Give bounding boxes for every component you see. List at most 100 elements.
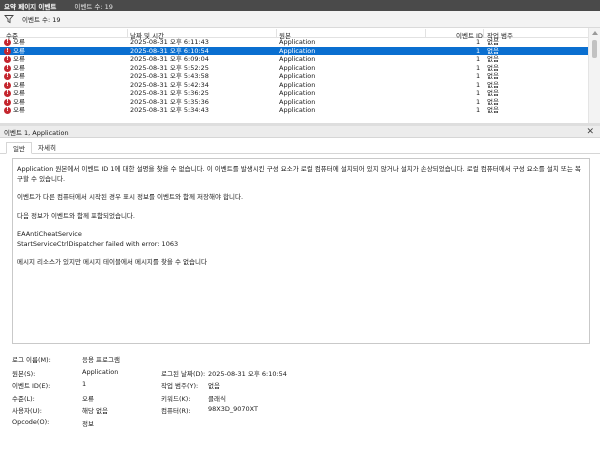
event-list[interactable]: 수준 날짜 및 시간 원본 이벤트 ID 작업 범주 ! 오류 2025-08-31…: [0, 28, 600, 123]
event-rows: ! 오류 2025-08-31 오후 6:11:43 Application 1 없음! 오…: [0, 38, 600, 115]
table-row[interactable]: ! 오류 2025-08-31 오후 5:35:36 Application 1 없음: [0, 98, 600, 107]
table-row[interactable]: ! 오류 2025-08-31 오후 6:10:54 Application 1 없음: [0, 46, 600, 55]
row-datetime: 2025-08-31 오후 5:34:43: [130, 106, 209, 114]
task-category-label: 작업 범주(Y):: [161, 382, 199, 390]
row-category: 없음: [487, 89, 499, 97]
logged-value: 2025-08-31 오후 6:10:54: [208, 370, 287, 378]
row-source: Application: [279, 89, 316, 97]
row-level: 오류: [13, 55, 25, 63]
description-service-name: EAAntiCheatService: [17, 230, 82, 238]
row-event-id: 1: [476, 89, 481, 97]
row-event-id: 1: [476, 55, 481, 63]
error-icon: !: [4, 90, 11, 97]
close-icon[interactable]: ✕: [586, 126, 594, 138]
row-category: 없음: [487, 72, 499, 80]
row-event-id: 1: [476, 63, 481, 72]
tab-general[interactable]: 일반: [6, 142, 32, 154]
source-value: Application: [82, 368, 119, 376]
window-title: 요약 페이지 이벤트: [4, 2, 57, 11]
table-row[interactable]: ! 오류 2025-08-31 오후 6:11:43 Application 1 없음: [0, 38, 600, 47]
row-level: 오류: [13, 80, 25, 89]
error-icon: !: [4, 64, 11, 72]
row-category: 없음: [487, 106, 499, 114]
row-datetime: 2025-08-31 오후 5:42:34: [130, 80, 209, 89]
tab-details[interactable]: 자세히: [32, 142, 62, 154]
row-event-id: 1: [476, 80, 481, 89]
description-paragraph: 메시지 리소스가 있지만 메시지 테이블에서 메시지를 찾을 수 없습니다: [17, 258, 207, 266]
description-paragraph: 다음 정보가 이벤트와 함께 포함되었습니다.: [17, 211, 135, 220]
row-category: 없음: [487, 46, 499, 55]
row-level: 오류: [13, 46, 25, 55]
detail-header: 이벤트 1, Application ✕: [0, 126, 600, 138]
row-source: Application: [279, 46, 316, 55]
table-row[interactable]: ! 오류 2025-08-31 오후 5:52:25 Application 1 없음: [0, 64, 600, 73]
vertical-scrollbar[interactable]: [588, 28, 600, 123]
logged-label: 로그된 날짜(D):: [161, 370, 206, 378]
opcode-value: 정보: [82, 420, 94, 428]
opcode-label: Opcode(O):: [12, 418, 50, 426]
event-description[interactable]: Application 원본에서 이벤트 ID 1에 대한 설명을 찾을 수 없…: [12, 158, 590, 344]
event-id-label: 이벤트 ID(E):: [12, 382, 51, 390]
row-event-id: 1: [476, 106, 481, 114]
scroll-thumb[interactable]: [592, 40, 597, 58]
detail-tabs: 일반 자세히: [0, 141, 600, 154]
row-source: Application: [279, 72, 316, 80]
row-source: Application: [279, 97, 316, 106]
computer-label: 컴퓨터(R):: [161, 407, 191, 415]
row-level: 오류: [13, 97, 25, 106]
keywords-value: 클래식: [208, 395, 226, 403]
row-level: 오류: [13, 38, 25, 46]
row-datetime: 2025-08-31 오후 5:43:58: [130, 72, 209, 80]
row-category: 없음: [487, 97, 499, 106]
description-paragraph: 이벤트가 다른 컴퓨터에서 시작된 경우 표시 정보를 이벤트와 함께 저장해야…: [17, 193, 244, 201]
title-event-count: 이벤트 수: 19: [74, 2, 113, 11]
user-value: 해당 없음: [82, 407, 108, 415]
row-source: Application: [279, 63, 316, 72]
description-error-line: StartServiceCtrlDispatcher failed with e…: [17, 239, 179, 248]
row-level: 오류: [13, 63, 25, 72]
error-icon: !: [4, 73, 11, 80]
row-event-id: 1: [476, 38, 481, 46]
error-icon: !: [4, 81, 11, 89]
row-datetime: 2025-08-31 오후 6:10:54: [130, 46, 209, 55]
error-icon: !: [4, 39, 11, 46]
table-row[interactable]: ! 오류 2025-08-31 오후 6:09:04 Application 1 없음: [0, 55, 600, 64]
error-icon: !: [4, 47, 11, 55]
row-category: 없음: [487, 38, 499, 46]
row-event-id: 1: [476, 72, 481, 80]
row-category: 없음: [487, 55, 499, 63]
row-level: 오류: [13, 89, 25, 97]
row-event-id: 1: [476, 46, 481, 55]
detail-title: 이벤트 1, Application: [4, 128, 69, 137]
table-row[interactable]: ! 오류 2025-08-31 오후 5:34:43 Application 1 없음: [0, 106, 600, 115]
table-row[interactable]: ! 오류 2025-08-31 오후 5:36:25 Application 1 없음: [0, 89, 600, 98]
error-icon: !: [4, 107, 11, 114]
scroll-up-icon[interactable]: [592, 31, 598, 35]
log-name-label: 로그 이름(M):: [12, 356, 51, 364]
source-label: 원본(S):: [12, 370, 36, 378]
title-bar: 요약 페이지 이벤트 이벤트 수: 19: [0, 0, 600, 11]
row-datetime: 2025-08-31 오후 5:52:25: [130, 63, 209, 72]
user-label: 사용자(U):: [12, 407, 42, 415]
row-datetime: 2025-08-31 오후 5:35:36: [130, 97, 209, 106]
filter-event-count: 이벤트 수: 19: [22, 16, 61, 24]
event-list-header: 수준 날짜 및 시간 원본 이벤트 ID 작업 범주: [0, 28, 600, 40]
error-icon: !: [4, 98, 11, 106]
log-name-value: 응용 프로그램: [82, 356, 120, 364]
computer-value: 98X3D_9070XT: [208, 405, 258, 413]
row-datetime: 2025-08-31 오후 6:09:04: [130, 55, 209, 63]
row-event-id: 1: [476, 97, 481, 106]
row-source: Application: [279, 80, 316, 89]
keywords-label: 키워드(K):: [161, 395, 191, 403]
row-source: Application: [279, 55, 316, 63]
event-id-value: 1: [82, 380, 87, 388]
row-datetime: 2025-08-31 오후 6:11:43: [130, 38, 209, 46]
filter-bar: 이벤트 수: 19: [0, 11, 600, 28]
table-row[interactable]: ! 오류 2025-08-31 오후 5:43:58 Application 1 없음: [0, 72, 600, 81]
row-datetime: 2025-08-31 오후 5:36:25: [130, 89, 209, 97]
row-category: 없음: [487, 80, 499, 89]
filter-icon[interactable]: [4, 14, 14, 24]
table-row[interactable]: ! 오류 2025-08-31 오후 5:42:34 Application 1 없음: [0, 81, 600, 90]
row-source: Application: [279, 38, 316, 46]
event-properties: 로그 이름(M): 응용 프로그램 원본(S): Application 로그된…: [12, 354, 592, 444]
